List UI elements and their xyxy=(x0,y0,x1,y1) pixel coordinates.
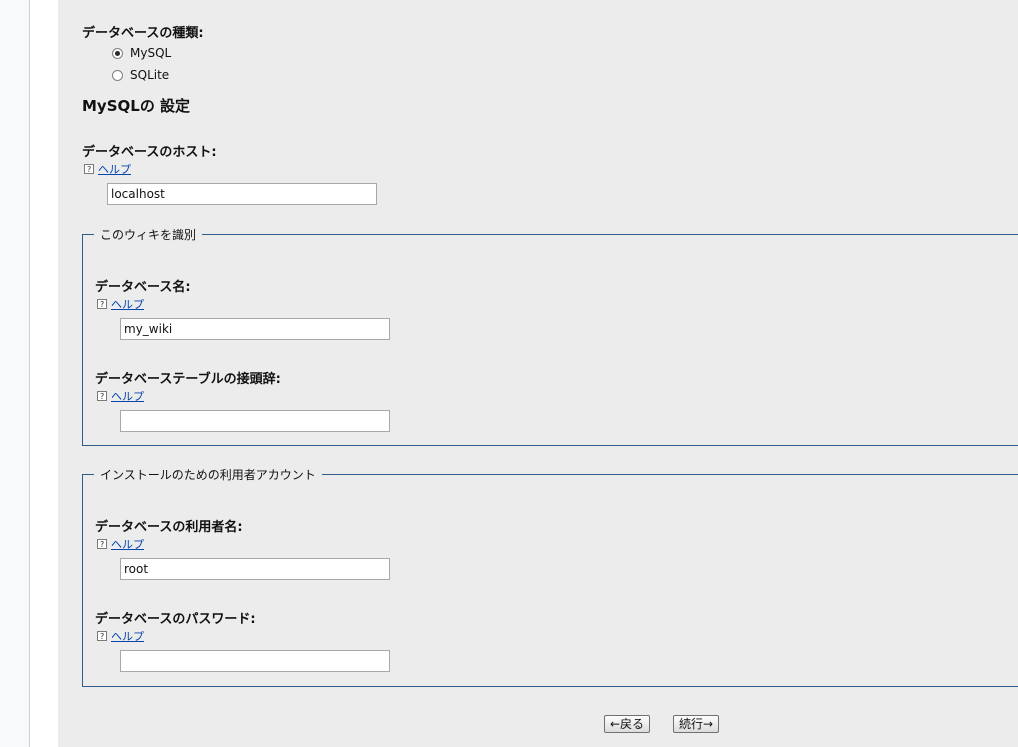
install-account-legend: インストールのための利用者アカウント xyxy=(94,466,322,483)
radio-mysql-control[interactable] xyxy=(112,47,123,59)
db-password-help: ? ヘルプ xyxy=(97,628,144,644)
installer-form-panel: データベースの種類: MySQL SQLite MySQLの 設定 データベース… xyxy=(58,0,1018,747)
db-name-input[interactable] xyxy=(120,318,390,340)
db-host-help: ? ヘルプ xyxy=(84,161,131,177)
db-name-label: データベース名: xyxy=(95,280,191,295)
db-password-input[interactable] xyxy=(120,650,390,672)
continue-button[interactable]: 続行→ xyxy=(673,715,720,733)
help-question-icon: ? xyxy=(97,631,107,641)
table-prefix-input[interactable] xyxy=(120,410,390,432)
db-host-help-link[interactable]: ヘルプ xyxy=(98,161,131,177)
db-type-label: データベースの種類: xyxy=(82,26,204,41)
table-prefix-label: データベーステーブルの接頭辞: xyxy=(95,372,281,387)
db-password-help-link[interactable]: ヘルプ xyxy=(111,628,144,644)
table-prefix-help-link[interactable]: ヘルプ xyxy=(111,388,144,404)
table-prefix-help: ? ヘルプ xyxy=(97,388,144,404)
identify-wiki-legend: このウィキを識別 xyxy=(94,226,203,243)
radio-sqlite-control[interactable] xyxy=(112,69,123,81)
db-password-label: データベースのパスワード: xyxy=(95,612,256,627)
help-question-icon: ? xyxy=(97,299,107,309)
radio-mysql-label: MySQL xyxy=(130,46,172,60)
db-user-help-link[interactable]: ヘルプ xyxy=(111,536,144,552)
help-question-icon: ? xyxy=(97,391,107,401)
radio-sqlite-label: SQLite xyxy=(130,68,170,82)
back-button[interactable]: ←戻る xyxy=(604,715,651,733)
db-name-help: ? ヘルプ xyxy=(97,296,144,312)
help-question-icon: ? xyxy=(97,539,107,549)
radio-mysql[interactable]: MySQL xyxy=(112,45,171,61)
db-user-label: データベースの利用者名: xyxy=(95,520,243,535)
db-name-help-link[interactable]: ヘルプ xyxy=(111,296,144,312)
db-host-input[interactable] xyxy=(107,183,377,205)
db-user-input[interactable] xyxy=(120,558,390,580)
db-user-help: ? ヘルプ xyxy=(97,536,144,552)
db-host-label: データベースのホスト: xyxy=(82,145,217,160)
left-sidebar-rail xyxy=(0,0,30,747)
radio-sqlite[interactable]: SQLite xyxy=(112,67,169,83)
help-question-icon: ? xyxy=(84,164,94,174)
mysql-settings-heading: MySQLの 設定 xyxy=(82,97,191,115)
